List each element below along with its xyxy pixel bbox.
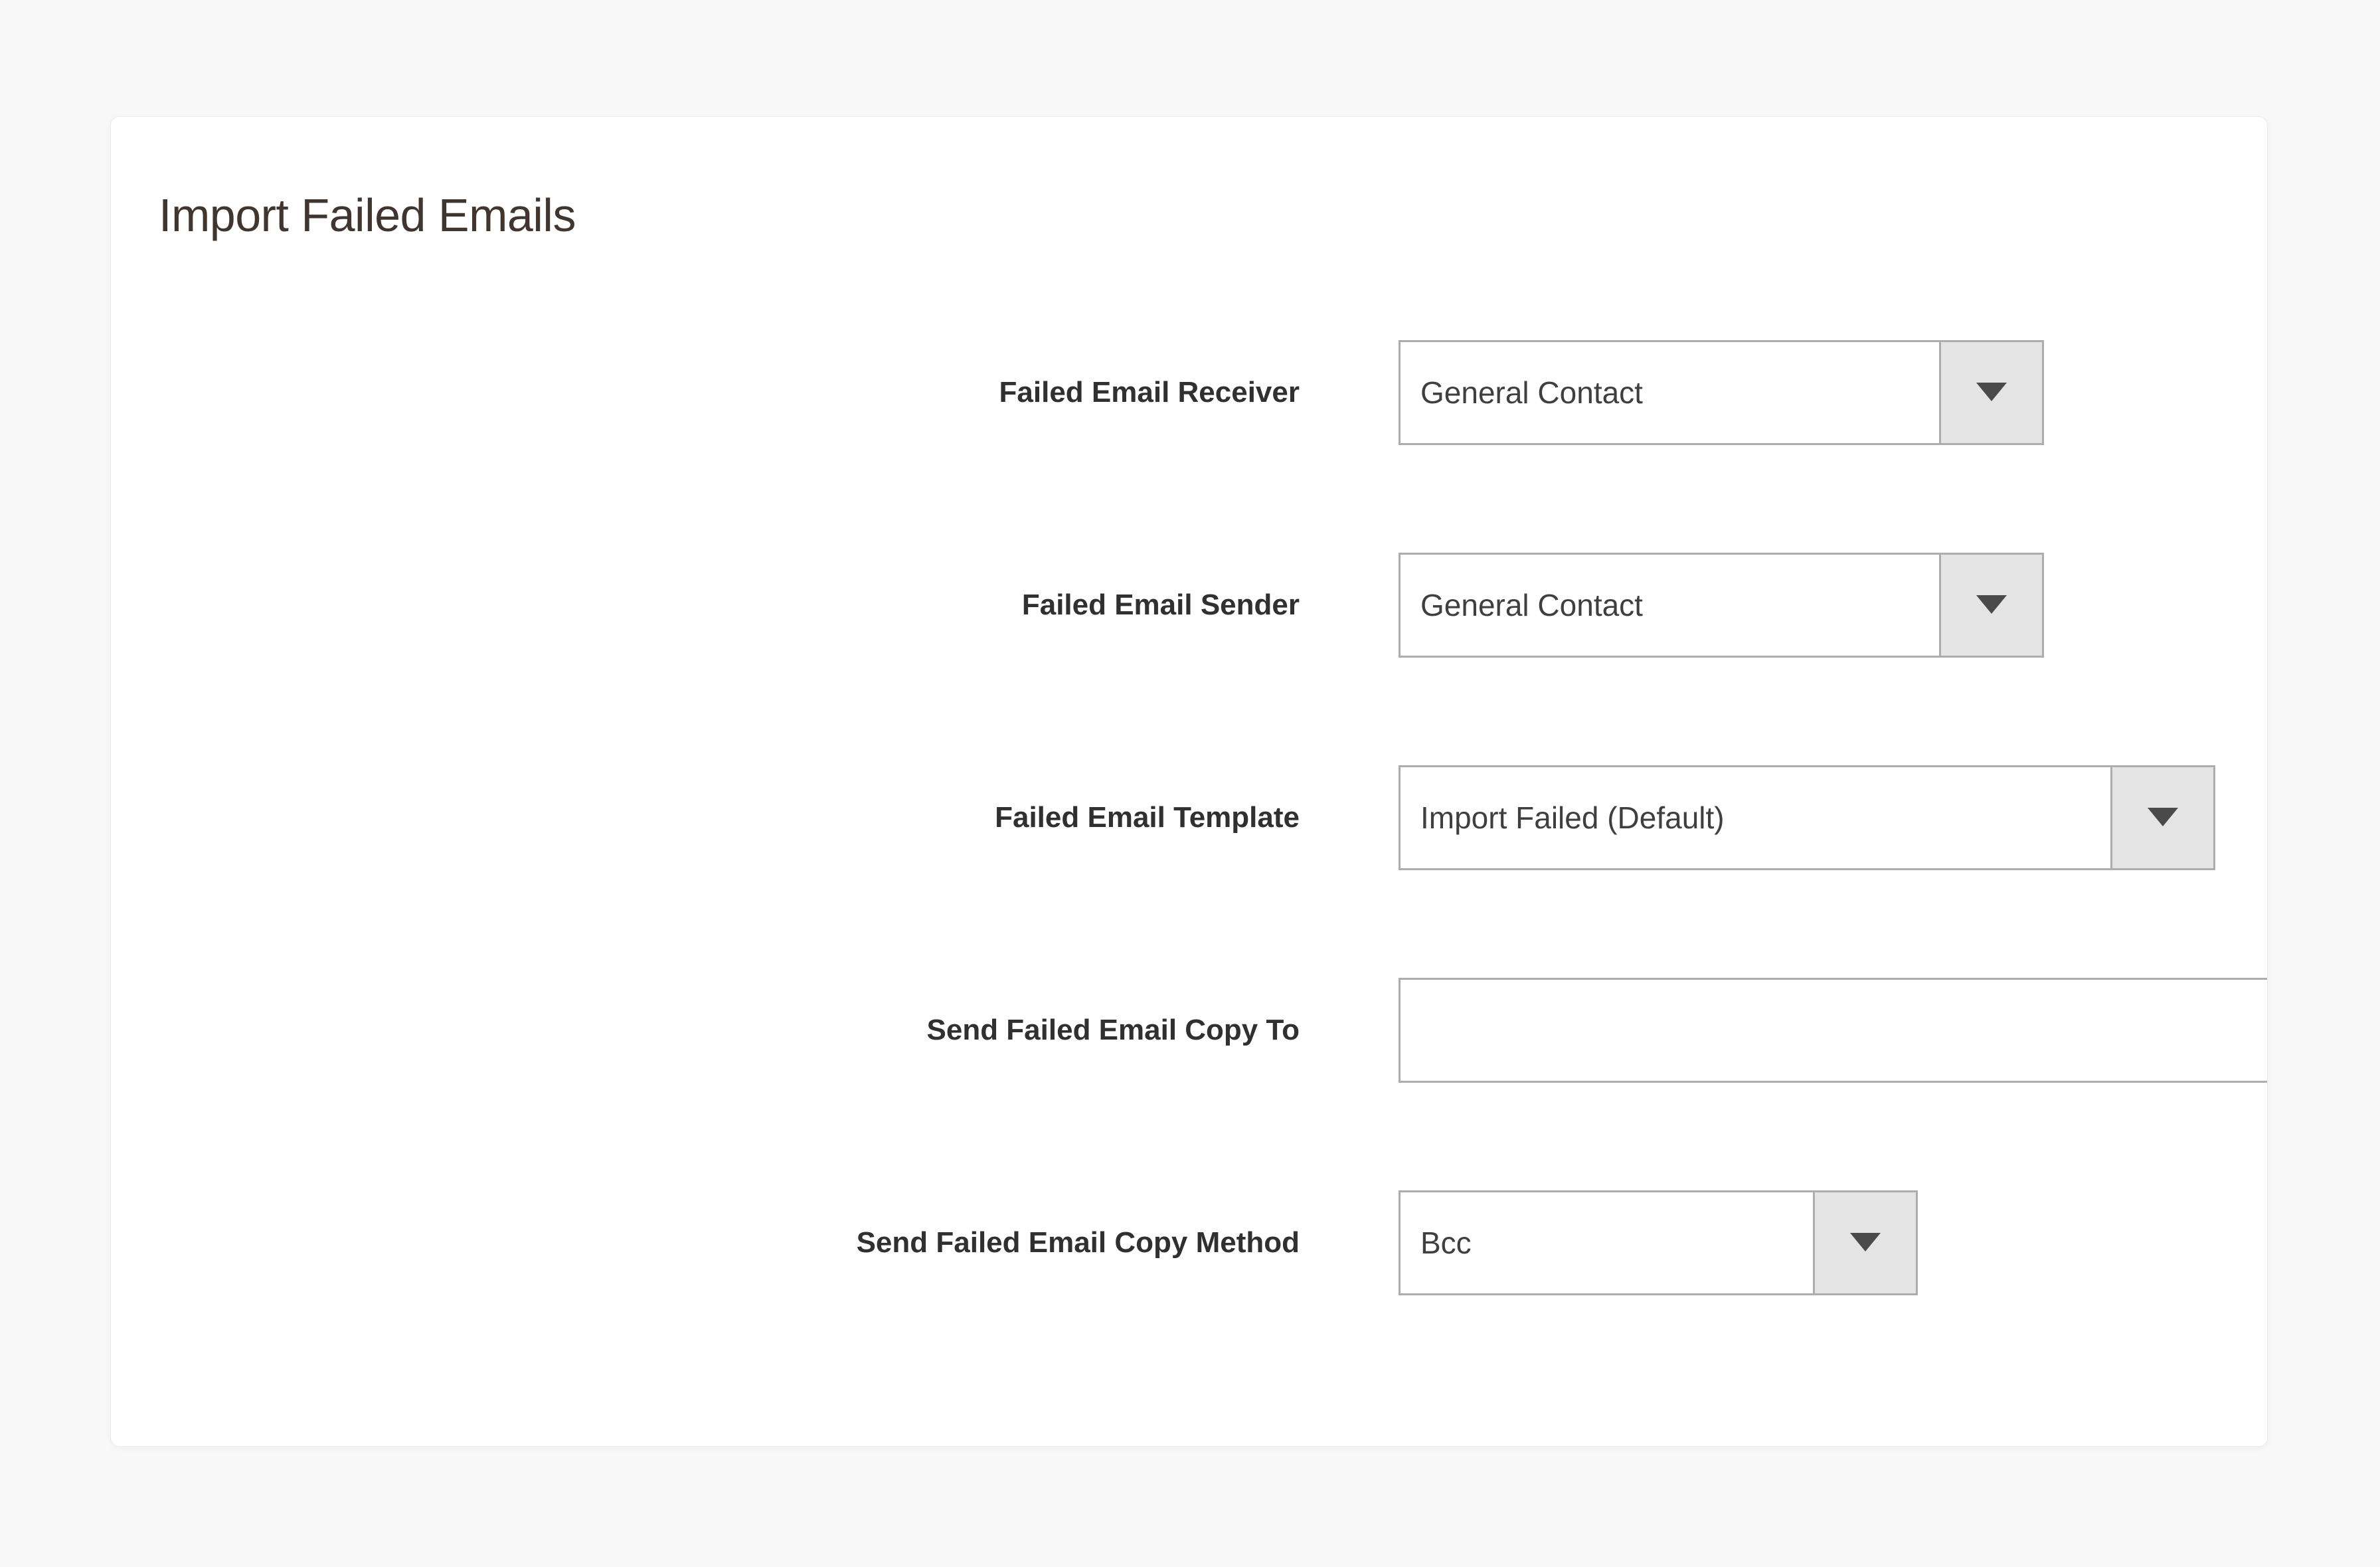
form-row-failed-email-template: Failed Email Template Import Failed (Def… <box>111 761 2267 874</box>
send-failed-email-copy-method-select[interactable]: Bcc <box>1399 1190 1918 1295</box>
failed-email-sender-value: General Contact <box>1401 555 1939 656</box>
form-row-failed-email-sender: Failed Email Sender General Contact <box>111 549 2267 662</box>
field-failed-email-template: Import Failed (Default) <box>1399 765 2215 870</box>
send-failed-email-copy-to-input[interactable] <box>1399 978 2267 1083</box>
label-failed-email-receiver: Failed Email Receiver <box>999 376 1300 409</box>
form-row-failed-email-receiver: Failed Email Receiver General Contact <box>111 336 2267 449</box>
form-row-send-failed-email-copy-to: Send Failed Email Copy To <box>111 974 2267 1087</box>
form-row-send-failed-email-copy-method: Send Failed Email Copy Method Bcc <box>111 1186 2267 1299</box>
field-failed-email-receiver: General Contact <box>1399 340 2044 445</box>
label-failed-email-template: Failed Email Template <box>995 801 1300 834</box>
field-send-failed-email-copy-to <box>1399 978 2267 1083</box>
import-failed-emails-panel: Import Failed Emails Failed Email Receiv… <box>110 116 2268 1447</box>
chevron-down-icon[interactable] <box>2110 767 2213 868</box>
chevron-down-icon[interactable] <box>1939 555 2042 656</box>
chevron-down-icon[interactable] <box>1813 1192 1916 1293</box>
page-title: Import Failed Emails <box>159 189 576 241</box>
failed-email-receiver-value: General Contact <box>1401 342 1939 443</box>
send-failed-email-copy-method-value: Bcc <box>1401 1192 1813 1293</box>
chevron-down-icon[interactable] <box>1939 342 2042 443</box>
failed-email-receiver-select[interactable]: General Contact <box>1399 340 2044 445</box>
failed-email-sender-select[interactable]: General Contact <box>1399 553 2044 658</box>
label-send-failed-email-copy-method: Send Failed Email Copy Method <box>856 1226 1300 1259</box>
label-send-failed-email-copy-to: Send Failed Email Copy To <box>926 1014 1300 1046</box>
field-failed-email-sender: General Contact <box>1399 553 2044 658</box>
failed-email-template-select[interactable]: Import Failed (Default) <box>1399 765 2215 870</box>
field-send-failed-email-copy-method: Bcc <box>1399 1190 1918 1295</box>
failed-email-template-value: Import Failed (Default) <box>1401 767 2110 868</box>
label-failed-email-sender: Failed Email Sender <box>1021 589 1300 621</box>
